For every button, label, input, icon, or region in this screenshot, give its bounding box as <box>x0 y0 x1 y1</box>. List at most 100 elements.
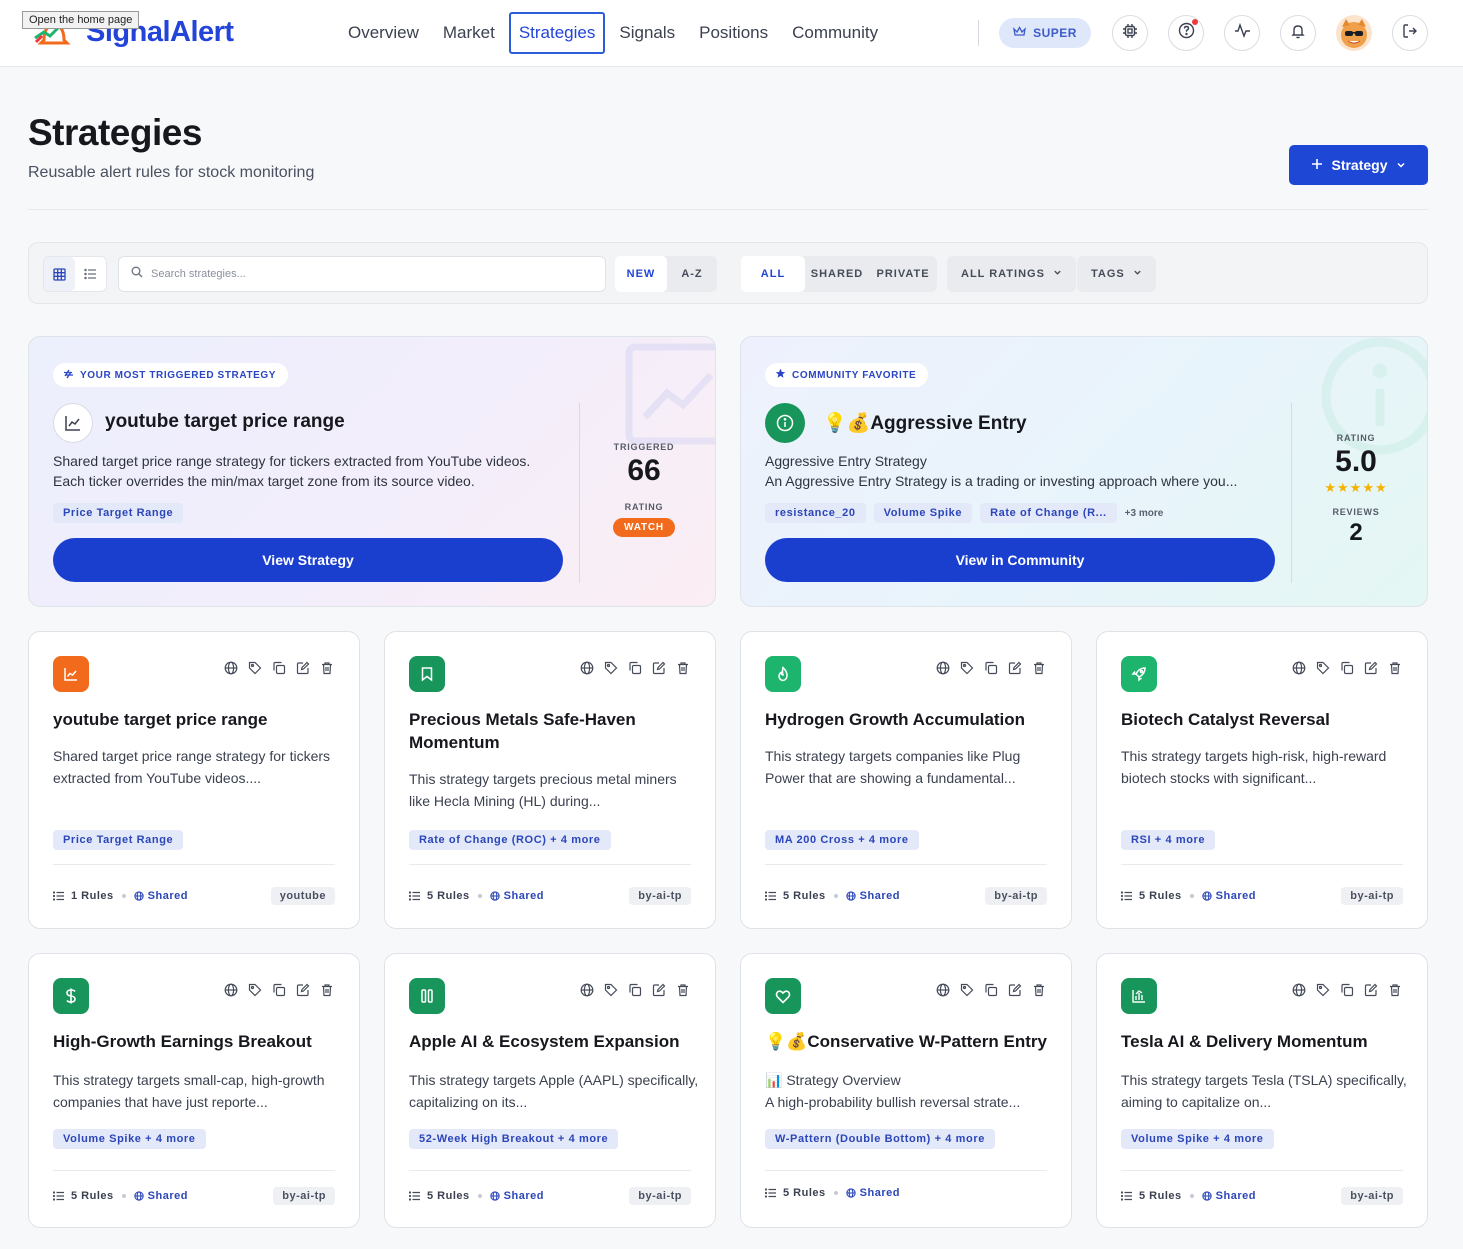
edit-button[interactable] <box>1007 982 1023 998</box>
share-globally-button[interactable] <box>935 660 951 676</box>
rocket-icon <box>1121 656 1157 692</box>
strategy-card[interactable]: youtube target price range Shared target… <box>28 631 360 929</box>
edit-button[interactable] <box>295 660 311 676</box>
delete-button[interactable] <box>1387 660 1403 676</box>
notifications-button[interactable] <box>1280 15 1316 51</box>
ratings-dropdown[interactable]: ALL RATINGS <box>947 256 1076 292</box>
help-button[interactable] <box>1168 15 1204 51</box>
share-globally-button[interactable] <box>935 982 951 998</box>
visibility-shared[interactable]: SHARED <box>805 256 869 292</box>
globe-icon <box>489 1191 500 1201</box>
logout-button[interactable] <box>1392 15 1428 51</box>
share-globally-button[interactable] <box>223 660 239 676</box>
edit-tags-button[interactable] <box>959 982 975 998</box>
chip-button[interactable] <box>1112 15 1148 51</box>
duplicate-button[interactable] <box>983 660 999 676</box>
duplicate-button[interactable] <box>627 982 643 998</box>
card-divider <box>53 1170 335 1171</box>
delete-button[interactable] <box>1387 982 1403 998</box>
strategy-card[interactable]: Tesla AI & Delivery Momentum This strate… <box>1096 953 1428 1228</box>
list-icon <box>53 891 65 901</box>
sort-new[interactable]: NEW <box>615 256 667 292</box>
delete-button[interactable] <box>319 982 335 998</box>
avatar[interactable] <box>1336 15 1372 51</box>
edit-tags-button[interactable] <box>1315 982 1331 998</box>
card-title: Apple AI & Ecosystem Expansion <box>409 1032 680 1051</box>
strategy-card[interactable]: High-Growth Earnings Breakout This strat… <box>28 953 360 1228</box>
nav-community[interactable]: Community <box>782 12 888 54</box>
super-plan-button[interactable]: SUPER <box>999 18 1091 48</box>
sort-az[interactable]: A-Z <box>667 256 717 292</box>
delete-button[interactable] <box>1031 982 1047 998</box>
globe-icon <box>935 982 951 998</box>
strategy-card[interactable]: Hydrogen Growth Accumulation This strate… <box>740 631 1072 929</box>
edit-button[interactable] <box>1363 660 1379 676</box>
featured-description: Shared target price range strategy for t… <box>53 453 531 489</box>
edit-button[interactable] <box>1007 660 1023 676</box>
delete-button[interactable] <box>675 982 691 998</box>
strategy-card[interactable]: Apple AI & Ecosystem Expansion This stra… <box>384 953 716 1228</box>
list-view-button[interactable] <box>75 257 106 291</box>
rating-stars: ★★★★★ <box>1324 480 1388 495</box>
share-globally-button[interactable] <box>223 982 239 998</box>
edit-tags-button[interactable] <box>247 982 263 998</box>
card-footer: 5 Rules Shared by-ai-tp <box>1121 887 1403 905</box>
stats-divider <box>1291 403 1292 583</box>
author-badge: by-ai-tp <box>1341 1187 1403 1205</box>
duplicate-button[interactable] <box>627 660 643 676</box>
share-globally-button[interactable] <box>1291 660 1307 676</box>
delete-button[interactable] <box>1031 660 1047 676</box>
edit-tags-button[interactable] <box>603 660 619 676</box>
view-strategy-button[interactable]: View Strategy <box>53 538 563 582</box>
duplicate-button[interactable] <box>1339 660 1355 676</box>
nav-overview[interactable]: Overview <box>338 12 429 54</box>
edit-tags-button[interactable] <box>247 660 263 676</box>
strategy-card[interactable]: 💡💰Conservative W-Pattern Entry 📊 Strateg… <box>740 953 1072 1228</box>
search-input[interactable] <box>151 268 581 280</box>
card-tag: W-Pattern (Double Bottom) + 4 more <box>765 1129 995 1149</box>
share-globally-button[interactable] <box>579 660 595 676</box>
edit-button[interactable] <box>295 982 311 998</box>
delete-button[interactable] <box>319 660 335 676</box>
visibility-all[interactable]: ALL <box>741 256 805 292</box>
edit-button[interactable] <box>1363 982 1379 998</box>
new-strategy-label: Strategy <box>1331 157 1388 173</box>
chart-line-icon <box>53 656 89 692</box>
visibility-private[interactable]: PRIVATE <box>869 256 937 292</box>
card-tag: Rate of Change (ROC) + 4 more <box>409 830 611 850</box>
featured-title: 💡💰Aggressive Entry <box>823 413 1027 434</box>
crown-icon <box>1013 26 1027 40</box>
nav-strategies[interactable]: Strategies <box>508 12 606 54</box>
edit-button[interactable] <box>651 660 667 676</box>
share-globally-button[interactable] <box>1291 982 1307 998</box>
duplicate-button[interactable] <box>271 660 287 676</box>
duplicate-button[interactable] <box>271 982 287 998</box>
duplicate-button[interactable] <box>983 982 999 998</box>
header-divider <box>978 20 979 46</box>
globe-icon <box>845 1188 856 1198</box>
tags-dropdown[interactable]: TAGS <box>1077 256 1156 292</box>
strategy-card[interactable]: Biotech Catalyst Reversal This strategy … <box>1096 631 1428 929</box>
edit-tags-button[interactable] <box>603 982 619 998</box>
tag-icon <box>1315 982 1331 998</box>
grid-view-button[interactable] <box>44 257 75 291</box>
nav-signals[interactable]: Signals <box>609 12 685 54</box>
view-in-community-button[interactable]: View in Community <box>765 538 1275 582</box>
new-strategy-button[interactable]: Strategy <box>1289 145 1428 185</box>
edit-tags-button[interactable] <box>1315 660 1331 676</box>
nav-positions[interactable]: Positions <box>689 12 778 54</box>
strategy-card[interactable]: Precious Metals Safe-Haven Momentum This… <box>384 631 716 929</box>
edit-button[interactable] <box>651 982 667 998</box>
edit-icon <box>651 660 667 676</box>
trash-icon <box>1387 660 1403 676</box>
notification-dot <box>1192 19 1198 25</box>
share-globally-button[interactable] <box>579 982 595 998</box>
card-title: 💡💰Conservative W-Pattern Entry <box>765 1032 1047 1051</box>
card-actions <box>579 982 691 998</box>
nav-market[interactable]: Market <box>433 12 505 54</box>
chart-bars-icon <box>1121 978 1157 1014</box>
duplicate-button[interactable] <box>1339 982 1355 998</box>
delete-button[interactable] <box>675 660 691 676</box>
edit-tags-button[interactable] <box>959 660 975 676</box>
activity-button[interactable] <box>1224 15 1260 51</box>
